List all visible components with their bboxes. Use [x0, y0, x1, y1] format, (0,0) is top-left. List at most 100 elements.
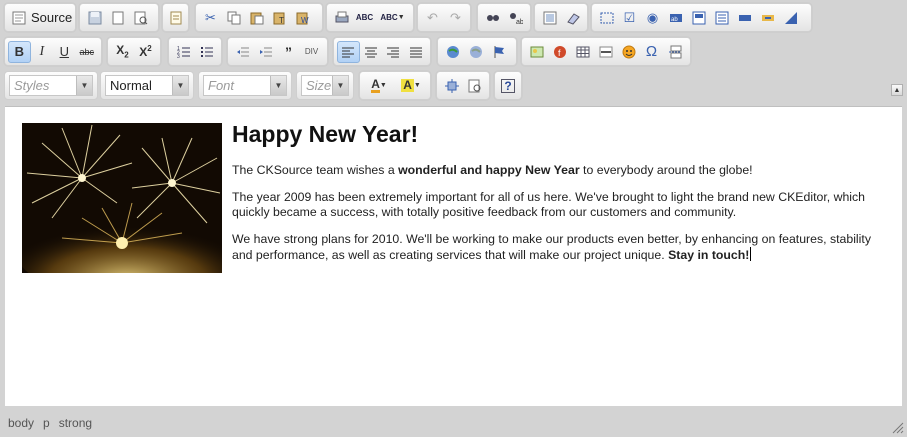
text-color-icon: A	[371, 77, 380, 93]
strike-button[interactable]: abc	[76, 41, 98, 63]
form-button[interactable]	[595, 7, 618, 29]
justify-button[interactable]	[405, 41, 427, 63]
copy-button[interactable]	[222, 7, 245, 29]
paste-button[interactable]	[245, 7, 268, 29]
size-dropdown[interactable]: Size ▼	[301, 75, 349, 96]
chevron-down-icon: ▼	[413, 82, 421, 89]
path-item-body[interactable]: body	[8, 416, 34, 430]
radio-button[interactable]: ◉	[641, 7, 664, 29]
group-lists: 123	[168, 37, 222, 66]
textfield-button[interactable]: ab	[664, 7, 687, 29]
select-field-icon	[715, 11, 728, 24]
group-find: ab	[477, 3, 531, 32]
outdent-button[interactable]	[231, 41, 254, 63]
numbered-list-button[interactable]: 123	[172, 41, 195, 63]
save-button[interactable]	[83, 7, 106, 29]
cut-button[interactable]: ✂	[199, 7, 222, 29]
undo-button[interactable]: ↶	[421, 7, 444, 29]
templates-button[interactable]	[166, 7, 185, 29]
format-combo: Normal ▼	[100, 71, 194, 100]
styles-dropdown[interactable]: Styles ▼	[9, 75, 93, 96]
checkbox-button[interactable]: ☑	[618, 7, 641, 29]
image-button-button[interactable]	[756, 7, 779, 29]
group-undo: ↶ ↷	[417, 3, 471, 32]
anchor-button[interactable]	[487, 41, 510, 63]
path-item-strong[interactable]: strong	[59, 416, 92, 430]
replace-icon: ab	[509, 12, 523, 25]
align-left-button[interactable]	[337, 40, 360, 63]
table-button[interactable]	[571, 41, 594, 63]
ckeditor: Source ✂ T W ABC ABC ▼ ↶ ↷ ab ☑ ◉ ab B I…	[0, 0, 907, 437]
scayt-button[interactable]: ABC ▼	[376, 7, 409, 29]
new-page-button[interactable]	[106, 7, 129, 29]
maximize-button[interactable]	[440, 75, 463, 97]
path-item-p[interactable]: p	[43, 416, 50, 430]
align-center-button[interactable]	[360, 41, 382, 63]
paste-word-icon: W	[296, 12, 309, 25]
indent-button[interactable]	[254, 41, 277, 63]
horizontal-rule-icon	[599, 46, 612, 57]
flash-button[interactable]: f	[548, 41, 571, 63]
paste-icon	[250, 12, 263, 24]
bulleted-list-button[interactable]	[195, 41, 218, 63]
remove-format-button[interactable]	[561, 7, 584, 29]
select-field-button[interactable]	[710, 7, 733, 29]
horizontal-rule-button[interactable]	[594, 41, 617, 63]
format-dropdown[interactable]: Normal ▼	[105, 75, 189, 96]
redo-button[interactable]: ↷	[444, 7, 467, 29]
hidden-field-button[interactable]	[779, 7, 802, 29]
group-forms: ☑ ◉ ab	[591, 3, 812, 32]
text-color-button[interactable]: A ▼	[363, 75, 395, 97]
div-button[interactable]: DIV	[300, 41, 323, 63]
blockquote-icon: ”	[285, 43, 292, 60]
blockquote-button[interactable]: ”	[277, 41, 300, 63]
bold-button[interactable]: B	[8, 40, 31, 63]
bg-color-button[interactable]: A ▼	[395, 75, 427, 97]
font-dropdown[interactable]: Font ▼	[203, 75, 287, 96]
smiley-button[interactable]	[617, 41, 640, 63]
group-basicstyles: B I U abc	[4, 37, 102, 66]
source-label: Source	[31, 10, 73, 25]
group-templates	[162, 3, 189, 32]
align-right-button[interactable]	[382, 41, 404, 63]
chevron-down-icon: ▼	[332, 76, 348, 95]
italic-button[interactable]: I	[31, 41, 53, 63]
align-right-icon	[387, 47, 400, 57]
resize-grip-icon[interactable]	[892, 422, 904, 434]
align-left-icon	[342, 47, 355, 57]
numbered-list-icon: 123	[177, 46, 190, 59]
button-icon	[738, 14, 751, 21]
page-break-button[interactable]	[663, 41, 686, 63]
special-char-button[interactable]: Ω	[640, 41, 663, 63]
special-char-icon: Ω	[645, 43, 658, 60]
paste-word-button[interactable]: W	[291, 7, 314, 29]
styles-combo: Styles ▼	[4, 71, 98, 100]
underline-button[interactable]: U	[53, 41, 75, 63]
print-button[interactable]	[330, 7, 353, 29]
link-button[interactable]	[441, 41, 464, 63]
preview-button[interactable]	[129, 7, 152, 29]
button-button[interactable]	[733, 7, 756, 29]
source-button[interactable]: Source	[8, 7, 72, 29]
subscript-button[interactable]: X2	[111, 41, 134, 63]
unlink-button[interactable]	[464, 41, 487, 63]
editing-area[interactable]: Happy New Year! The CKSource team wishes…	[5, 106, 902, 406]
group-clipboard: ✂ T W	[195, 3, 323, 32]
about-button[interactable]: ?	[498, 75, 518, 97]
select-all-button[interactable]	[538, 7, 561, 29]
replace-button[interactable]: ab	[504, 7, 527, 29]
justify-icon	[409, 47, 422, 57]
find-icon	[486, 14, 499, 21]
paste-text-button[interactable]: T	[268, 7, 291, 29]
image-button[interactable]	[525, 41, 548, 63]
save-icon	[88, 11, 101, 24]
styles-placeholder: Styles	[14, 78, 50, 93]
table-icon	[576, 46, 589, 57]
preview-icon	[134, 11, 147, 24]
find-button[interactable]	[481, 7, 504, 29]
textarea-button[interactable]	[687, 7, 710, 29]
spellcheck-button[interactable]: ABC	[353, 7, 376, 29]
superscript-button[interactable]: X2	[134, 41, 157, 63]
show-blocks-button[interactable]	[463, 75, 486, 97]
toolbar-collapse-button[interactable]: ▲	[891, 84, 903, 96]
